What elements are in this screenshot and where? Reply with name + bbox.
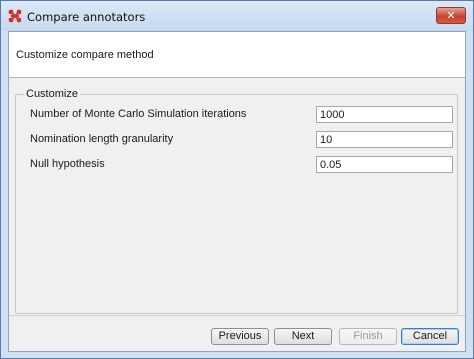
group-legend: Customize <box>24 88 80 100</box>
granularity-input[interactable] <box>316 131 453 148</box>
wizard-step-description: Customize compare method <box>16 49 154 61</box>
null-hypothesis-label: Null hypothesis <box>30 158 105 170</box>
close-button[interactable]: ✕ <box>436 7 466 24</box>
iterations-input[interactable] <box>316 106 453 123</box>
dialog-window: Compare annotators ✕ Customize compare m… <box>0 0 474 359</box>
wizard-header: Customize compare method <box>9 32 465 78</box>
finish-button[interactable]: Finish <box>339 328 397 345</box>
cancel-button[interactable]: Cancel <box>401 328 459 345</box>
app-logo-icon <box>8 9 22 23</box>
title-bar[interactable]: Compare annotators ✕ <box>1 1 473 31</box>
customize-group: Customize Number of Monte Carlo Simulati… <box>15 88 458 314</box>
dialog-content: Customize compare method Customize Numbe… <box>8 31 466 352</box>
next-button[interactable]: Next <box>274 328 332 345</box>
iterations-label: Number of Monte Carlo Simulation iterati… <box>30 108 247 120</box>
footer-divider <box>9 315 465 316</box>
window-title: Compare annotators <box>27 10 146 24</box>
previous-button[interactable]: Previous <box>211 328 269 345</box>
close-icon: ✕ <box>446 9 456 22</box>
granularity-label: Nomination length granularity <box>30 133 174 145</box>
null-hypothesis-input[interactable] <box>316 156 453 173</box>
